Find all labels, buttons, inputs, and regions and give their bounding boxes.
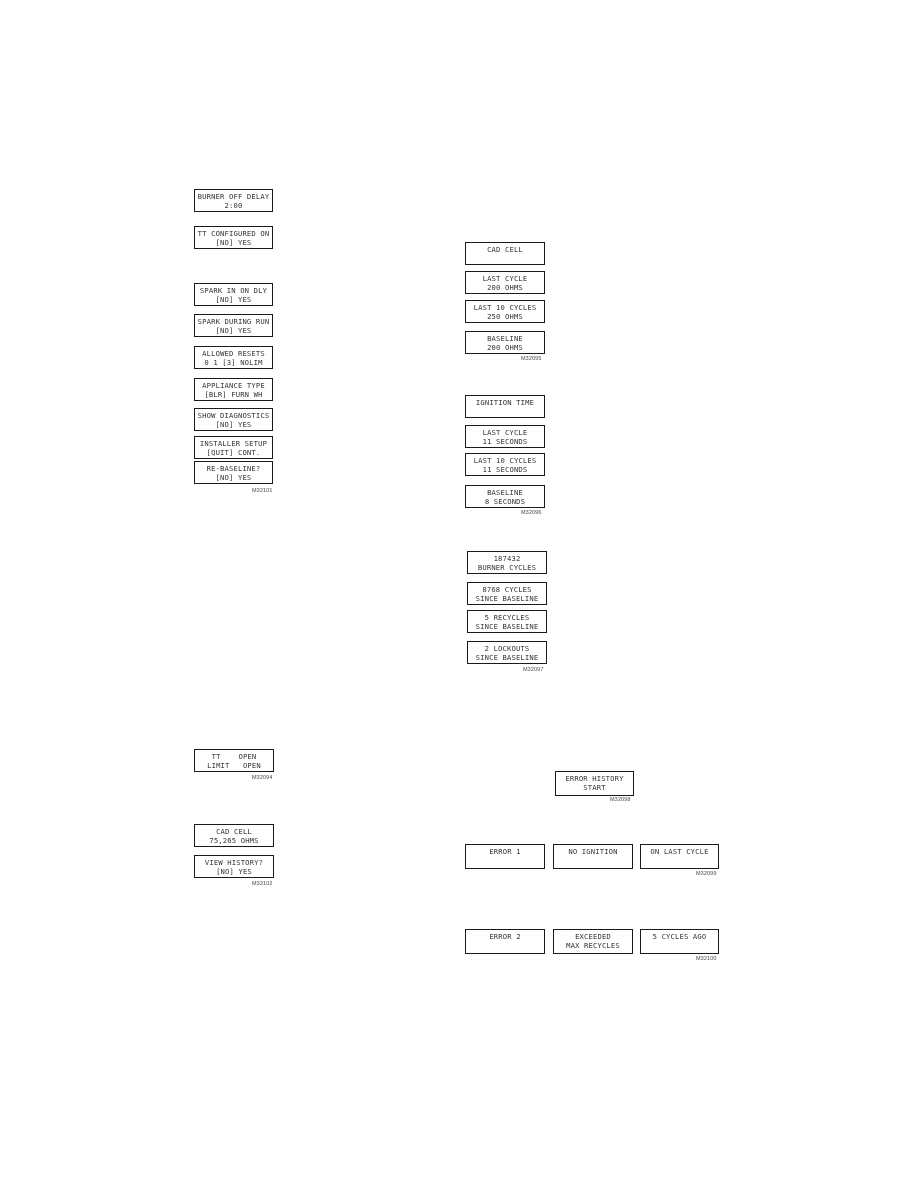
lcd-recycles-since-baseline: 5 RECYCLES SINCE BASELINE [467, 610, 547, 633]
lcd-line-1: 2 LOCKOUTS [484, 644, 530, 653]
figure-number: M32102 [252, 881, 273, 887]
lcd-line-2: 11 SECONDS [482, 465, 528, 474]
lcd-spark-during-run: SPARK DURING RUN [NO] YES [194, 314, 273, 337]
lcd-line-2: [NO] YES [215, 420, 252, 429]
lcd-cad-cell-ohms: CAD CELL 75,265 OHMS [194, 824, 274, 847]
lcd-line-1: LAST 10 CYCLES [473, 456, 537, 465]
lcd-burner-off-delay: BURNER OFF DELAY 2:00 [194, 189, 273, 212]
lcd-line-1: BASELINE [487, 488, 523, 497]
lcd-line-1: 8768 CYCLES [482, 585, 532, 594]
lcd-line-1: IGNITION TIME [475, 398, 535, 407]
lcd-re-baseline: RE-BASELINE? [NO] YES [194, 461, 273, 484]
lcd-line-1: ERROR 2 [489, 932, 521, 941]
lcd-line-1: LAST 10 CYCLES [473, 303, 537, 312]
lcd-line-2: [BLR] FURN WH [204, 390, 263, 399]
lcd-line-2: START [583, 783, 606, 792]
lcd-line-2: [NO] YES [215, 238, 252, 247]
lcd-line-2: SINCE BASELINE [475, 594, 539, 603]
lcd-line-2: SINCE BASELINE [475, 622, 539, 631]
lcd-cad-cell-header: CAD CELL [465, 242, 545, 265]
lcd-spark-in-on-dly: SPARK IN ON DLY [NO] YES [194, 283, 273, 306]
lcd-line-2: 2:00 [224, 201, 243, 210]
lcd-allowed-resets: ALLOWED RESETS 0 1 [3] NOLIM [194, 346, 273, 369]
lcd-line-2: SINCE BASELINE [475, 653, 539, 662]
lcd-line-2: 0 1 [3] NOLIM [204, 358, 263, 367]
lcd-line-2: 200 OHMS [487, 283, 523, 292]
lcd-view-history: VIEW HISTORY? [NO] YES [194, 855, 274, 878]
lcd-line-2: [NO] YES [215, 326, 252, 335]
lcd-ign-baseline: BASELINE 8 SECONDS [465, 485, 545, 508]
lcd-cad-last-10-cycles: LAST 10 CYCLES 250 OHMS [465, 300, 545, 323]
lcd-line-1: EXCEEDED [575, 932, 611, 941]
lcd-line-2: 8 SECONDS [484, 497, 526, 506]
lcd-error-2: ERROR 2 [465, 929, 545, 954]
figure-number: M32101 [252, 488, 273, 494]
lcd-line-2: 11 SECONDS [482, 437, 528, 446]
lcd-line-1: SPARK DURING RUN [197, 317, 270, 326]
lcd-line-1: SHOW DIAGNOSTICS [197, 411, 270, 420]
lcd-ign-last-10-cycles: LAST 10 CYCLES 11 SECONDS [465, 453, 545, 476]
lcd-line-2: BURNER CYCLES [477, 563, 537, 572]
lcd-line-1: APPLIANCE TYPE [202, 381, 265, 390]
lcd-line-1: TT CONFIGURED ON [197, 229, 270, 238]
lcd-burner-cycles: 187432 BURNER CYCLES [467, 551, 547, 574]
lcd-line-1: RE-BASELINE? [206, 464, 261, 473]
lcd-line-1: INSTALLER SETUP [199, 439, 268, 448]
lcd-line-1: VIEW HISTORY? [204, 858, 264, 867]
lcd-line-2: [NO] YES [216, 867, 252, 876]
lcd-error-2-when: 5 CYCLES AGO [640, 929, 719, 954]
lcd-line-2: [QUIT] CONT. [206, 448, 261, 457]
lcd-line-2: 75,265 OHMS [209, 836, 259, 845]
lcd-line-2: 200 OHMS [487, 343, 523, 352]
lcd-cad-last-cycle: LAST CYCLE 200 OHMS [465, 271, 545, 294]
figure-number: M32097 [523, 667, 544, 673]
lcd-lockouts-since-baseline: 2 LOCKOUTS SINCE BASELINE [467, 641, 547, 664]
lcd-line-1: ALLOWED RESETS [202, 349, 265, 358]
lcd-line-1: BASELINE [487, 334, 523, 343]
lcd-line-1: 5 RECYCLES [484, 613, 530, 622]
lcd-ignition-time-header: IGNITION TIME [465, 395, 545, 418]
figure-number: M32096 [521, 510, 542, 516]
lcd-line-2: [NO] YES [215, 473, 252, 482]
lcd-error-1: ERROR 1 [465, 844, 545, 869]
lcd-line-1: CAD CELL [487, 245, 523, 254]
lcd-line-1: BURNER OFF DELAY [197, 192, 270, 201]
figure-number: M32100 [696, 956, 717, 962]
lcd-line-1: 5 CYCLES AGO [652, 932, 707, 941]
lcd-cad-baseline: BASELINE 200 OHMS [465, 331, 545, 354]
lcd-error-history-start: ERROR HISTORY START [555, 771, 634, 796]
lcd-tt-configured-on: TT CONFIGURED ON [NO] YES [194, 226, 273, 249]
lcd-line-1: NO IGNITION [568, 847, 618, 856]
lcd-line-1: ERROR HISTORY [565, 774, 624, 783]
lcd-line-2: [NO] YES [215, 295, 252, 304]
lcd-line-1: LAST CYCLE [482, 274, 528, 283]
lcd-appliance-type: APPLIANCE TYPE [BLR] FURN WH [194, 378, 273, 401]
figure-number: M32094 [252, 775, 273, 781]
lcd-line-2: LIMIT OPEN [207, 761, 261, 770]
lcd-ign-last-cycle: LAST CYCLE 11 SECONDS [465, 425, 545, 448]
lcd-installer-setup: INSTALLER SETUP [QUIT] CONT. [194, 436, 273, 459]
lcd-line-1: CAD CELL [216, 827, 252, 836]
lcd-error-2-type: EXCEEDED MAX RECYCLES [553, 929, 633, 954]
lcd-line-1: TT OPEN [211, 752, 257, 761]
lcd-show-diagnostics: SHOW DIAGNOSTICS [NO] YES [194, 408, 273, 431]
lcd-line-1: ERROR 1 [489, 847, 521, 856]
figure-number: M32095 [521, 356, 542, 362]
lcd-line-1: SPARK IN ON DLY [199, 286, 268, 295]
lcd-line-2: MAX RECYCLES [566, 941, 620, 950]
lcd-line-1: LAST CYCLE [482, 428, 528, 437]
lcd-line-1: 187432 [493, 554, 521, 563]
lcd-line-2: 250 OHMS [487, 312, 523, 321]
lcd-line-1: ON LAST CYCLE [650, 847, 709, 856]
figure-number: M32099 [696, 871, 717, 877]
lcd-error-1-type: NO IGNITION [553, 844, 633, 869]
lcd-tt-limit-status: TT OPEN LIMIT OPEN [194, 749, 274, 772]
lcd-cycles-since-baseline: 8768 CYCLES SINCE BASELINE [467, 582, 547, 605]
lcd-error-1-when: ON LAST CYCLE [640, 844, 719, 869]
figure-number: M32098 [610, 797, 631, 803]
